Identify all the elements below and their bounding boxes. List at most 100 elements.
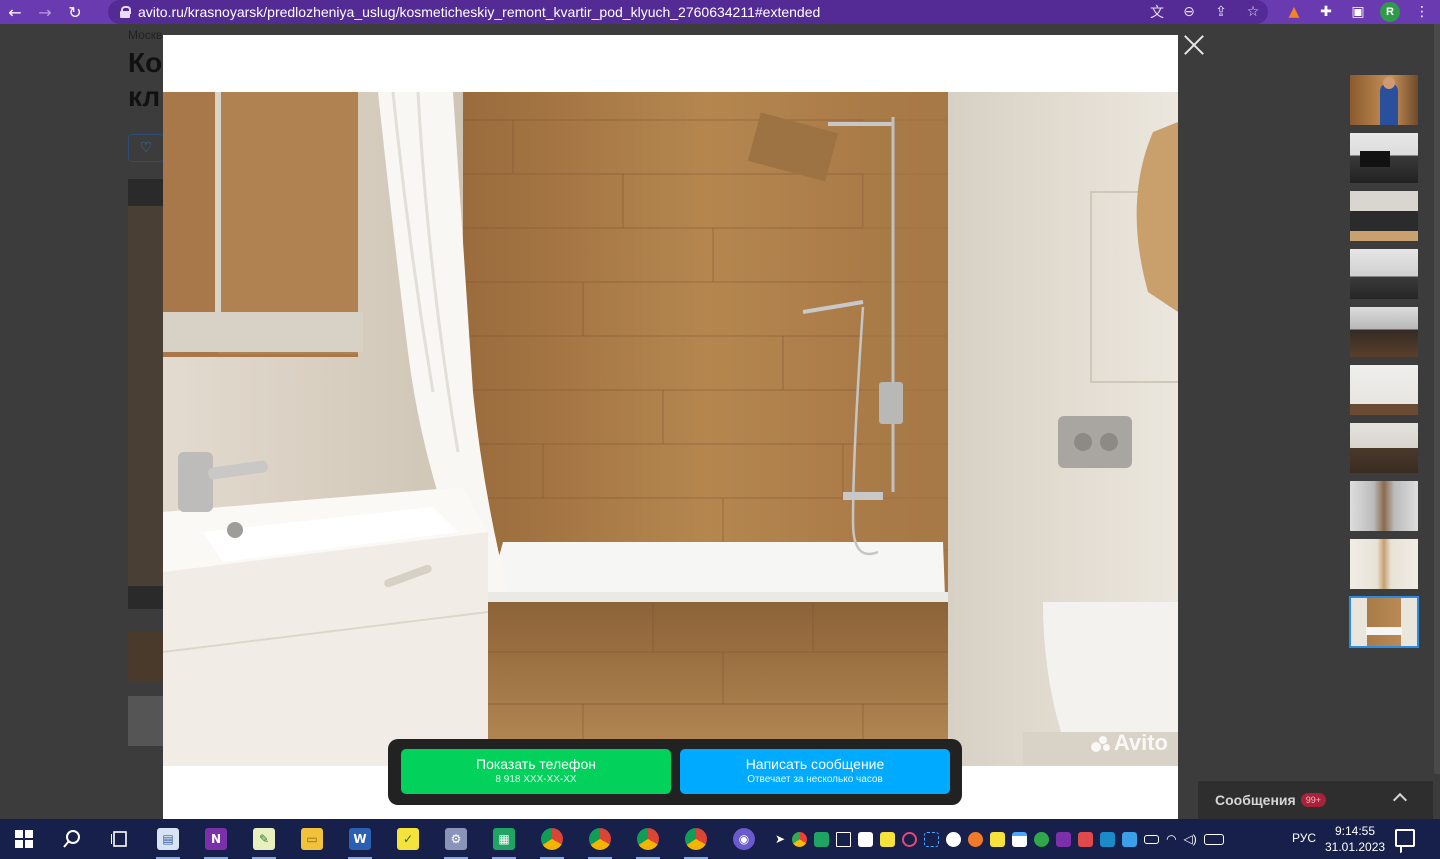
extensions-area: ▲ ✚ ▣ R ⋮ — [1284, 0, 1432, 24]
shield-icon[interactable] — [814, 831, 830, 847]
windows-logo-icon — [15, 830, 33, 848]
listing-thumb — [128, 632, 164, 682]
messages-widget[interactable]: Сообщения 99+ — [1198, 781, 1433, 819]
close-icon[interactable] — [1182, 33, 1206, 57]
thumbnail-3[interactable] — [1350, 191, 1418, 241]
taskbar-notes-app-icon[interactable]: ✎ — [240, 819, 288, 859]
forward-icon[interactable]: → — [30, 0, 60, 24]
taskbar-onenote-icon[interactable]: N — [192, 819, 240, 859]
avito-logo-icon — [1090, 734, 1111, 752]
show-phone-label: Показать телефон — [476, 756, 596, 772]
green-app-icon[interactable] — [1034, 831, 1050, 847]
profile-avatar[interactable]: R — [1380, 2, 1400, 22]
taskbar-sticky-notes-icon[interactable]: ✓ — [384, 819, 432, 859]
thumbnail-9[interactable] — [1350, 539, 1418, 589]
thumbnail-8[interactable] — [1350, 481, 1418, 531]
system-clock[interactable]: 9:14:55 31.01.2023 — [1325, 823, 1385, 855]
write-message-button[interactable]: Написать сообщение Отвечает за несколько… — [680, 749, 950, 794]
sidepanel-icon[interactable]: ▣ — [1348, 2, 1368, 22]
thumbnail-10-active[interactable] — [1349, 596, 1419, 648]
input-language[interactable]: РУС — [1292, 831, 1316, 845]
taskbar-sheets-icon[interactable]: ▦ — [480, 819, 528, 859]
masked-phone-number: 8 918 XXX-XX-XX — [495, 774, 577, 785]
unread-badge: 99+ — [1300, 793, 1326, 807]
omnibox-icons: 文 ⊖ ⇪ ☆ — [1148, 0, 1262, 24]
favorite-heart-icon: ♡ — [128, 134, 164, 162]
chevron-up-icon[interactable] — [1392, 792, 1408, 808]
taskbar-chrome-icon-2[interactable] — [576, 819, 624, 859]
taskbar-file-app-icon[interactable]: ▤ — [144, 819, 192, 859]
listing-photo — [128, 206, 164, 586]
contact-bar: Показать телефон 8 918 XXX-XX-XX Написат… — [388, 739, 962, 805]
bathroom-photo — [163, 92, 1178, 766]
gallery-main-photo[interactable]: Avito — [163, 92, 1178, 766]
action-center-icon[interactable] — [1395, 829, 1415, 847]
telegram-icon[interactable]: ➤ — [775, 832, 785, 846]
taskbar-app-icon[interactable]: ◉ — [720, 819, 768, 859]
browser-tray-icon[interactable] — [792, 831, 808, 847]
screenshot-icon[interactable] — [924, 831, 940, 847]
system-tray: ➤ ◠ ◁) — [775, 819, 1224, 859]
thumbnail-4[interactable] — [1350, 249, 1418, 299]
taskbar-chrome-icon-4[interactable] — [672, 819, 720, 859]
checklist-icon[interactable] — [990, 831, 1006, 847]
avito-watermark: Avito — [1090, 730, 1168, 756]
extensions-puzzle-icon[interactable]: ✚ — [1316, 2, 1336, 22]
watermark-text: Avito — [1113, 730, 1168, 755]
thumbnail-1[interactable] — [1350, 75, 1418, 125]
start-button[interactable] — [0, 819, 48, 859]
address-bar[interactable]: avito.ru/krasnoyarsk/predlozheniya_uslug… — [108, 0, 1268, 24]
battery-icon[interactable] — [1144, 834, 1160, 844]
taskbar-utility-icon[interactable]: ⚙ — [432, 819, 480, 859]
page-title: Ко кл — [128, 46, 168, 114]
listing-thumb — [128, 696, 164, 746]
breadcrumb: Москв — [128, 28, 163, 42]
translate-icon[interactable]: 文 — [1148, 3, 1166, 21]
title-line-2: кл — [128, 81, 161, 112]
metamask-fox-icon[interactable]: ▲ — [1284, 2, 1304, 22]
clock-date: 31.01.2023 — [1325, 840, 1386, 854]
bookmark-star-icon[interactable]: ☆ — [1244, 3, 1262, 21]
onenote-tray-icon[interactable] — [1056, 831, 1072, 847]
share-icon[interactable]: ⇪ — [1212, 3, 1230, 21]
title-line-1: Ко — [128, 47, 163, 78]
notes-tray-icon[interactable] — [880, 831, 896, 847]
thumbnail-6[interactable] — [1350, 365, 1418, 415]
page-scrollbar[interactable] — [1434, 24, 1440, 774]
target-icon[interactable] — [902, 831, 918, 847]
clock-time: 9:14:55 — [1334, 824, 1376, 838]
cloud-icon[interactable] — [1122, 831, 1138, 847]
taskbar-explorer-icon[interactable]: ▭ — [288, 819, 336, 859]
wifi-icon[interactable]: ◠ — [1166, 832, 1176, 846]
menu-kebab-icon[interactable]: ⋮ — [1412, 2, 1432, 22]
steam-icon[interactable] — [946, 831, 962, 847]
thumbnail-strip — [1349, 75, 1419, 655]
thumbnail-5[interactable] — [1350, 307, 1418, 357]
volume-icon[interactable]: ◁) — [1184, 832, 1197, 846]
show-phone-button[interactable]: Показать телефон 8 918 XXX-XX-XX — [401, 749, 671, 794]
taskbar-chrome-icon-3[interactable] — [624, 819, 672, 859]
back-icon[interactable]: ← — [0, 0, 30, 24]
reload-icon[interactable]: ↻ — [60, 0, 90, 24]
url-text: avito.ru/krasnoyarsk/predlozheniya_uslug… — [138, 4, 821, 20]
fx-app-icon[interactable] — [1100, 831, 1116, 847]
write-message-label: Написать сообщение — [745, 756, 885, 772]
zoom-icon[interactable]: ⊖ — [1180, 3, 1198, 21]
monitor-icon[interactable] — [836, 831, 852, 847]
keyboard-icon[interactable] — [1203, 833, 1224, 845]
red-app-icon[interactable] — [1078, 831, 1094, 847]
document-icon[interactable] — [858, 831, 874, 847]
thumbnail-2[interactable] — [1350, 133, 1418, 183]
window-icon[interactable] — [1012, 831, 1028, 847]
lock-icon — [120, 6, 131, 18]
thumbnail-7[interactable] — [1350, 423, 1418, 473]
windows-taskbar: ▤ N ✎ ▭ W ✓ ⚙ ▦ ◉ ➤ ◠ ◁) РУС 9:14:55 31.… — [0, 819, 1440, 859]
browser-toolbar: ← → ↻ avito.ru/krasnoyarsk/predlozheniya… — [0, 0, 1440, 24]
taskbar-word-icon[interactable]: W — [336, 819, 384, 859]
orange-app-icon[interactable] — [968, 831, 984, 847]
response-time-note: Отвечает за несколько часов — [747, 774, 883, 785]
messages-label: Сообщения — [1215, 792, 1296, 808]
search-icon[interactable] — [48, 819, 96, 859]
taskbar-chrome-icon-1[interactable] — [528, 819, 576, 859]
task-view-icon[interactable] — [96, 819, 144, 859]
